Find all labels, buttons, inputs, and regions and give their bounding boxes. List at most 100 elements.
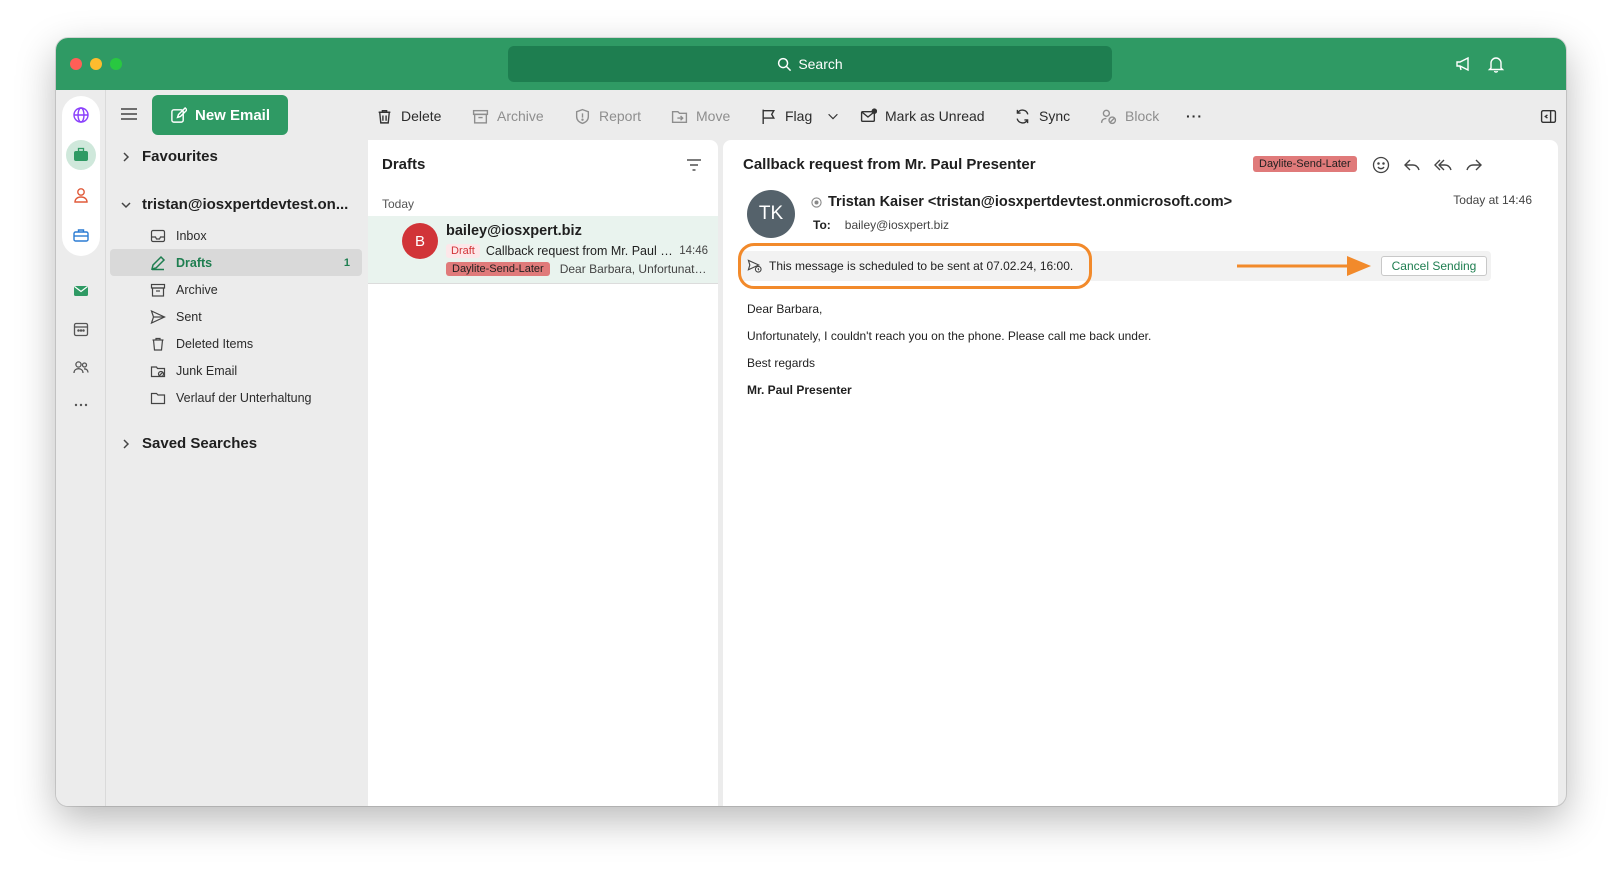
reply-icon[interactable] (1402, 155, 1422, 175)
report-button[interactable]: Report (574, 105, 641, 127)
folder-label: Archive (176, 282, 218, 297)
person-icon[interactable] (66, 180, 96, 210)
move-folder-icon (671, 110, 688, 123)
sender-row[interactable]: Tristan Kaiser <tristan@iosxpertdevtest.… (811, 194, 1232, 210)
megaphone-icon[interactable] (1454, 54, 1474, 74)
emoji-icon[interactable] (1371, 155, 1391, 175)
block-button[interactable]: Block (1100, 105, 1159, 127)
message-list-title: Drafts (382, 156, 426, 173)
presence-icon (811, 196, 822, 208)
inbox-icon (150, 229, 166, 242)
flag-label: Flag (785, 108, 813, 124)
search-bar[interactable]: Search (508, 46, 1112, 82)
message-preview-row: Daylite-Send-Later Dear Barbara, Unfortu… (446, 262, 708, 276)
email-subject: Callback request from Mr. Paul Presenter (743, 156, 1036, 173)
saved-searches-section[interactable]: Saved Searches (120, 435, 257, 452)
email-body-signature: Mr. Paul Presenter (747, 383, 852, 397)
pencil-icon (150, 255, 166, 270)
search-placeholder: Search (798, 56, 843, 72)
folder-drafts[interactable]: Drafts 1 (110, 249, 362, 276)
send-icon (150, 309, 166, 324)
mail-unread-icon (860, 107, 877, 122)
message-subject-row: Draft Callback request from Mr. Paul Pre… (446, 244, 708, 258)
reply-all-icon[interactable] (1433, 155, 1453, 175)
move-button[interactable]: Move (671, 105, 730, 127)
category-pill[interactable]: Daylite-Send-Later (1253, 156, 1357, 172)
minimize-window-button[interactable] (90, 58, 102, 70)
report-label: Report (599, 108, 642, 124)
sync-icon (1016, 108, 1029, 124)
zoom-window-button[interactable] (110, 58, 122, 70)
recipient-row: To: bailey@iosxpert.biz (813, 218, 949, 232)
bell-icon[interactable] (1486, 54, 1506, 74)
delete-label: Delete (401, 108, 442, 124)
message-list: Drafts Today B bailey@iosxpert.biz Draft… (368, 140, 718, 806)
hamburger-icon[interactable] (120, 106, 138, 122)
more-icon: ··· (1186, 108, 1203, 124)
new-email-button[interactable]: New Email (152, 95, 288, 135)
calendar-icon[interactable] (66, 314, 96, 344)
category-pill: Daylite-Send-Later (446, 262, 550, 276)
close-window-button[interactable] (70, 58, 82, 70)
outlook-window: Search New Email Favourites tristan@iosx… (56, 38, 1566, 806)
chevron-right-icon (123, 438, 130, 449)
favourites-section[interactable]: Favourites (120, 148, 218, 165)
briefcase-icon[interactable] (66, 140, 96, 170)
sync-button[interactable]: Sync (1014, 105, 1070, 127)
toolbox-icon[interactable] (66, 220, 96, 250)
block-user-icon (1100, 109, 1117, 124)
chevron-down-icon[interactable] (826, 109, 840, 123)
account-section[interactable]: tristan@iosxpertdevtest.on... (120, 196, 348, 213)
mark-as-unread-label: Mark as Unread (885, 108, 985, 124)
folder-pane: New Email Favourites tristan@iosxpertdev… (106, 90, 368, 806)
new-email-label: New Email (194, 106, 271, 124)
message-subject: Callback request from Mr. Paul Presenter (485, 244, 673, 258)
archive-icon (150, 283, 166, 297)
folder-archive[interactable]: Archive (110, 276, 362, 303)
list-item[interactable]: B bailey@iosxpert.biz Draft Callback req… (368, 216, 718, 284)
delete-button[interactable]: Delete (376, 105, 441, 127)
sender-name: Tristan Kaiser <tristan@iosxpertdevtest.… (828, 194, 1233, 210)
toolbar: Delete Archive Report Move Flag Mark as … (368, 90, 1566, 140)
saved-searches-label: Saved Searches (142, 435, 258, 452)
flag-button[interactable]: Flag (760, 105, 840, 127)
folder-label: Inbox (176, 228, 207, 243)
folder-inbox[interactable]: Inbox (110, 222, 362, 249)
chevron-right-icon (123, 151, 130, 162)
compose-icon (171, 106, 187, 123)
folder-deleted-items[interactable]: Deleted Items (110, 330, 362, 357)
title-bar: Search (56, 38, 1566, 90)
toggle-pane-button[interactable] (1540, 105, 1557, 127)
block-label: Block (1125, 108, 1160, 124)
mail-icon[interactable] (66, 276, 96, 306)
avatar: TK (747, 190, 795, 238)
archive-button[interactable]: Archive (472, 105, 544, 127)
more-apps-icon[interactable] (66, 390, 96, 420)
folder-label: Junk Email (176, 363, 238, 378)
people-icon[interactable] (66, 352, 96, 382)
folder-junk-email[interactable]: Junk Email (110, 357, 362, 384)
globe-icon[interactable] (66, 100, 96, 130)
sender-name: bailey@iosxpert.biz (446, 223, 582, 239)
sidebar-toggle-icon (1540, 109, 1557, 123)
folder-sent[interactable]: Sent (110, 303, 362, 330)
recipient[interactable]: bailey@iosxpert.biz (845, 218, 949, 232)
flag-icon (762, 109, 776, 124)
folder-label: Drafts (176, 255, 213, 270)
avatar: B (402, 223, 438, 259)
email-timestamp: Today at 14:46 (1453, 193, 1532, 207)
shield-icon (575, 108, 590, 124)
junk-icon (150, 365, 166, 377)
forward-icon[interactable] (1464, 155, 1484, 175)
message-time: 14:46 (679, 245, 708, 257)
app-rail (56, 90, 106, 806)
cancel-sending-button[interactable]: Cancel Sending (1381, 256, 1487, 276)
folder-label: Verlauf der Unterhaltung (176, 390, 312, 405)
sync-label: Sync (1039, 108, 1071, 124)
more-actions-button[interactable]: ··· (1186, 105, 1203, 127)
mark-as-unread-button[interactable]: Mark as Unread (860, 105, 985, 127)
folder-verlauf[interactable]: Verlauf der Unterhaltung (110, 384, 362, 411)
folder-label: Sent (176, 309, 202, 324)
filter-icon[interactable] (686, 158, 702, 172)
move-label: Move (696, 108, 731, 124)
